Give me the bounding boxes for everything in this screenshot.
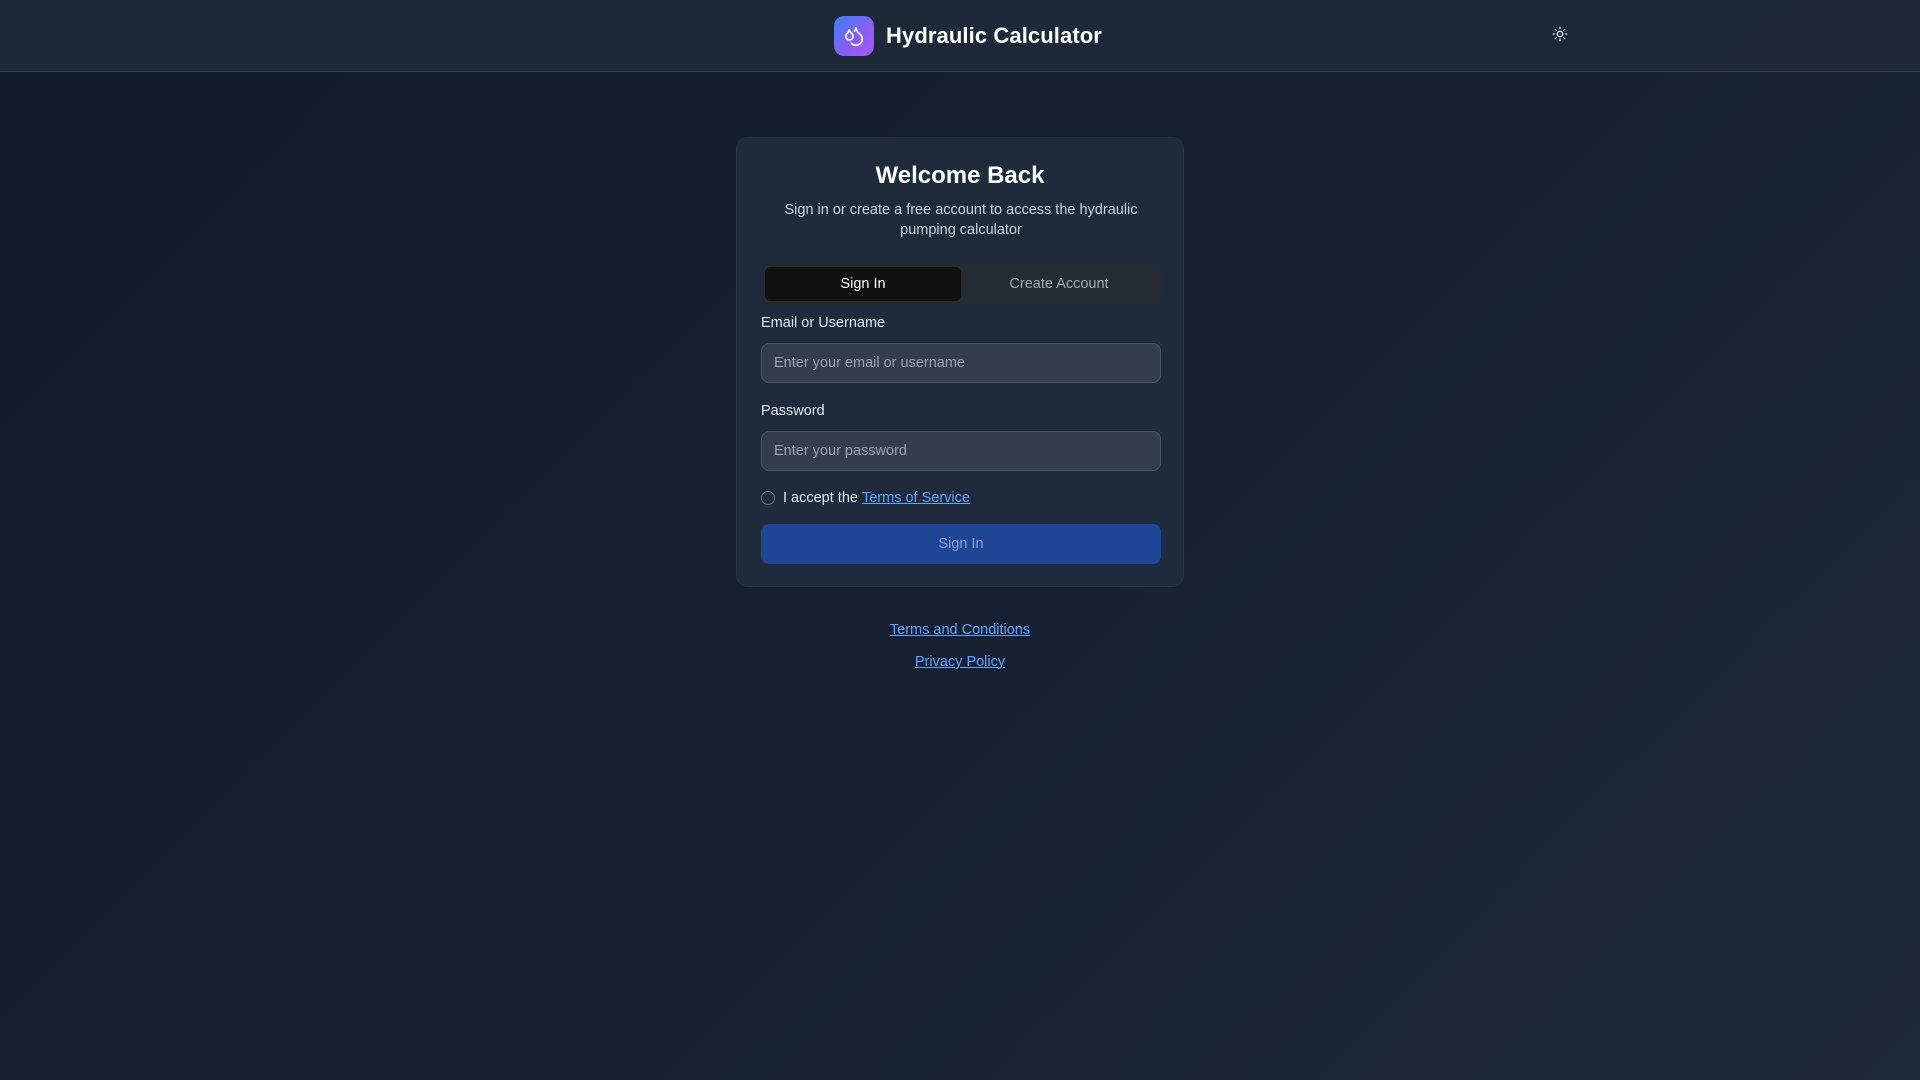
droplets-icon [834,16,874,56]
terms-of-service-link[interactable]: Terms of Service [862,490,970,506]
app-title: Hydraulic Calculator [886,23,1102,48]
terms-and-conditions-link[interactable]: Terms and Conditions [890,622,1030,638]
terms-prefix: I accept the [783,490,858,506]
email-field[interactable] [761,343,1161,383]
top-header: Hydraulic Calculator [0,0,1920,72]
footer-terms: Terms and Conditions [760,622,1160,638]
password-label: Password [761,403,825,419]
footer-privacy: Privacy Policy [760,654,1160,670]
terms-row: I accept the Terms of Service [761,488,970,508]
sun-icon [1552,26,1568,42]
privacy-policy-link[interactable]: Privacy Policy [915,654,1005,670]
theme-toggle-button[interactable] [1548,22,1572,46]
email-label: Email or Username [761,315,886,331]
card-title: Welcome Back [875,162,1045,189]
sign-in-button[interactable]: Sign In [761,524,1161,564]
password-field[interactable] [761,431,1161,471]
terms-checkbox[interactable] [761,491,775,505]
auth-tabs: Sign In Create Account [761,263,1161,305]
tab-create-account[interactable]: Create Account [961,267,1157,301]
login-card: Welcome Back Sign in or create a free ac… [736,137,1184,587]
brand: Hydraulic Calculator [834,16,1102,56]
tab-sign-in[interactable]: Sign In [765,267,961,301]
card-subtitle: Sign in or create a free account to acce… [784,202,1138,238]
